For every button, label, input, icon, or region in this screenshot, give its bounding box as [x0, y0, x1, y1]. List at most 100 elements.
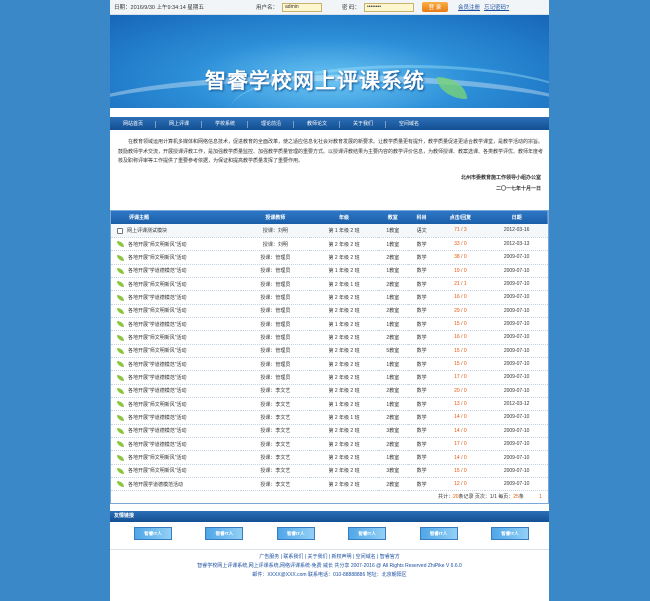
table-row[interactable]: 各地开展"学道德模范"活动 授课：管理员 第 1 年级 2 班 1教室 数学 15 / 0… — [111, 317, 548, 331]
column-header-room[interactable]: 教室 — [378, 211, 408, 224]
footer-link-ads[interactable]: 广告服务 — [259, 554, 279, 560]
review-topic-link[interactable]: 各地开展"师文明新风"活动 — [128, 308, 187, 314]
footer-link-contact[interactable]: 联系我们 — [283, 554, 303, 560]
teacher-cell: 授课：李文艺 — [260, 388, 291, 395]
nav-item-online-review[interactable]: 网上评课 — [156, 120, 202, 128]
date-cell: 2009-07-10 — [503, 267, 530, 274]
review-topic-link[interactable]: 各地开展学道德模范活动 — [128, 482, 183, 488]
review-topic-link[interactable]: 各地开展"师文明新风"活动 — [128, 468, 187, 474]
review-topic-link[interactable]: 各地开展"师文明新风"活动 — [128, 282, 187, 288]
review-topic-link[interactable]: 各地开展"学道德模范"活动 — [128, 375, 187, 381]
table-row[interactable]: 各地开展"学道德模范"活动 授课：管理员 第 1 年级 2 班 1教室 数学 19 / 0… — [111, 264, 548, 278]
leaf-icon — [117, 414, 124, 421]
date-cell: 2009-07-10 — [503, 441, 530, 448]
friend-link-5[interactable]: 智睿IT人 — [419, 527, 458, 541]
review-topic-link[interactable]: 各地开展"学道德模范"活动 — [128, 322, 187, 328]
column-header-topic[interactable]: 评课主题 — [111, 211, 241, 224]
review-topic-link[interactable]: 各地开展"师文明新风"活动 — [128, 348, 187, 354]
friend-link-1[interactable]: 智睿IT人 — [134, 527, 172, 541]
column-header-clicks-replies[interactable]: 点击/回复 — [436, 211, 486, 224]
table-row[interactable]: 各地开展"师文明新风"活动 授课：管理员 第 2 年级 2 班 2教室 数学 29 / 0… — [111, 304, 548, 318]
review-topic-cell: 各地开展"学道德模范"活动 — [111, 384, 241, 397]
review-topic-link[interactable]: 各地开展"师文明新风"活动 — [128, 335, 187, 341]
table-row[interactable]: 各地开展"师文明新风"活动 授课：李文艺 第 1 年级 2 班 1教室 数学 13 / 0… — [111, 397, 548, 411]
column-header-teacher[interactable]: 授课教师 — [241, 211, 311, 224]
table-row[interactable]: 各地开展"师文明新风"活动 授课：管理员 第 2 年级 2 班 5教室 数学 15 / 0… — [111, 344, 548, 358]
table-row[interactable]: 各地开展"师文明新风"活动 授课：李文艺 第 2 年级 2 班 3教室 数学 15 / 0… — [111, 464, 548, 478]
teacher-cell: 授课：管理员 — [260, 361, 291, 368]
username-input[interactable] — [282, 2, 323, 12]
review-topic-link[interactable]: 各地开展"师文明新风"活动 — [128, 242, 187, 248]
review-topic-link[interactable]: 各地开展"学道德模范"活动 — [128, 388, 187, 394]
review-topic-link[interactable]: 各地开展"学道德模范"活动 — [128, 295, 187, 301]
table-row[interactable]: 各地开展"学道德模范"活动 授课：管理员 第 2 年级 2 班 1教室 数学 15 / 0… — [111, 357, 548, 371]
grade-cell: 第 2 年级 2 班 — [328, 334, 360, 341]
subject-cell: 数学 — [416, 468, 427, 475]
table-row[interactable]: 各地开展"学道德模范"活动 授课：李文艺 第 2 年级 2 班 3教室 数学 14 / 0… — [111, 424, 548, 438]
column-header-date[interactable]: 日期 — [485, 211, 548, 224]
table-row[interactable]: 各地开展"师文明新风"活动 授课：管理员 第 2 年级 2 班 2教室 数学 16 / 0… — [111, 331, 548, 345]
grade-cell: 第 2 年级 2 班 — [328, 308, 360, 315]
date-value: 2016/9/30 上午9:34:14 星期五 — [130, 5, 204, 11]
teacher-cell: 授课：管理员 — [260, 254, 291, 261]
review-topic-link[interactable]: 各地开展"学道德模范"活动 — [128, 415, 187, 421]
review-topic-link[interactable]: 网上评课测试模块 — [127, 228, 167, 234]
table-row[interactable]: 各地开展"学道德模范"活动 授课：李文艺 第 2 年级 1 班 2教室 数学 14 / 0… — [111, 411, 548, 425]
footer-link-copyright[interactable]: 新权声明 — [332, 554, 352, 560]
review-topic-link[interactable]: 各地开展"学道德模范"活动 — [128, 362, 187, 368]
table-row[interactable]: 网上评课测试模块 授课：刘明 第 1 年级 2 班 1教室 语文 71 / 3 2012-0… — [111, 224, 548, 238]
pagination-per-page-label: 每页： — [496, 494, 514, 501]
nav-item-about[interactable]: 关于我们 — [340, 120, 386, 128]
subject-cell: 数学 — [416, 374, 427, 381]
leaf-icon — [117, 294, 124, 301]
password-input[interactable] — [364, 2, 415, 12]
nav-item-theory[interactable]: 理论前沿 — [248, 120, 294, 128]
table-header-row: 评课主题 授课教师 年级 教室 科目 点击/回复 日期 — [111, 211, 548, 224]
table-row[interactable]: 各地开展"师文明新风"活动 授课：管理员 第 2 年级 2 班 2教室 数学 38 / 0… — [111, 251, 548, 265]
nav-item-school-system[interactable]: 学校系统 — [202, 120, 248, 128]
footer-link-official[interactable]: 智睿官方 — [380, 554, 400, 560]
nav-item-hosting[interactable]: 空间域名 — [386, 120, 432, 127]
column-header-grade[interactable]: 年级 — [310, 211, 378, 224]
table-row[interactable]: 各地开展学道德模范活动 授课：李文艺 第 2 年级 2 班 2教室 数学 12 / 0 20… — [111, 478, 548, 491]
table-row[interactable]: 各地开展"学道德模范"活动 授课：管理员 第 2 年级 2 班 1教室 数学 16 / 0… — [111, 291, 548, 305]
subject-cell: 数学 — [416, 268, 427, 275]
date-cell: 2009-07-10 — [503, 347, 530, 354]
review-topic-link[interactable]: 各地开展"学道德模范"活动 — [128, 268, 187, 274]
pagination-page-link[interactable]: 1 — [539, 494, 542, 500]
table-row[interactable]: 各地开展"学道德模范"活动 授课：李文艺 第 2 年级 2 班 2教室 数学 20 / 0… — [111, 384, 548, 398]
review-topic-link[interactable]: 各地开展"学道德模范"活动 — [128, 442, 187, 448]
table-row[interactable]: 各地开展"学道德模范"活动 授课：管理员 第 2 年级 2 班 1教室 数学 17 / 0… — [111, 371, 548, 385]
review-topic-link[interactable]: 各地开展"师文明新风"活动 — [128, 402, 187, 408]
register-link[interactable]: 会员注册 — [458, 3, 480, 11]
table-row[interactable]: 各地开展"师文明新风"活动 授课：李文艺 第 2 年级 2 班 1教室 数学 14 / 0… — [111, 451, 548, 465]
column-header-subject[interactable]: 科目 — [408, 211, 436, 224]
top-bar: 日期：2016/9/30 上午9:34:14 星期五 用户名： 密 码： 登 录… — [110, 0, 549, 15]
friend-link-2[interactable]: 智睿IT人 — [205, 527, 244, 541]
table-row[interactable]: 各地开展"师文明新风"活动 授课：管理员 第 2 年级 1 班 2教室 数学 21 / 1… — [111, 277, 548, 291]
notice-text: 在教育领域运用计算机多媒体和网络信息技术，促进教育的全面改革，使之适应信息化社会… — [118, 139, 544, 164]
banner-title: 智睿学校网上评课系统 — [205, 69, 425, 93]
leaf-icon — [117, 454, 124, 461]
main-nav: 网站首页 网上评课 学校系统 理论前沿 教师论文 关于我们 空间域名 — [110, 117, 549, 130]
review-topic-link[interactable]: 各地开展"师文明新风"活动 — [128, 455, 187, 461]
room-cell: 2教室 — [386, 254, 400, 261]
login-button[interactable]: 登 录 — [422, 2, 449, 12]
date-cell: 2009-07-10 — [503, 427, 530, 434]
footer-link-hosting[interactable]: 空间域名 — [356, 554, 376, 560]
forgot-password-link[interactable]: 忘记密码? — [484, 3, 509, 11]
nav-item-home[interactable]: 网站首页 — [110, 120, 156, 128]
friend-link-4[interactable]: 智睿IT人 — [348, 527, 387, 541]
footer-link-about[interactable]: 关于我们 — [307, 554, 327, 560]
nav-item-teacher-papers[interactable]: 教师论文 — [294, 120, 340, 128]
friend-link-6[interactable]: 智睿IT人 — [490, 527, 529, 541]
grade-cell: 第 2 年级 2 班 — [328, 441, 360, 448]
friend-link-3[interactable]: 智睿IT人 — [276, 527, 315, 541]
subject-cell: 数学 — [416, 281, 427, 288]
leaf-icon — [117, 281, 124, 288]
review-topic-cell: 各地开展"学道德模范"活动 — [111, 317, 241, 330]
review-topic-link[interactable]: 各地开展"师文明新风"活动 — [128, 255, 187, 261]
table-row[interactable]: 各地开展"师文明新风"活动 授课：刘明 第 2 年级 2 班 1教室 数学 33 / 0 2… — [111, 237, 548, 251]
table-row[interactable]: 各地开展"学道德模范"活动 授课：李文艺 第 2 年级 2 班 2教室 数学 17 / 0… — [111, 438, 548, 451]
review-topic-link[interactable]: 各地开展"学道德模范"活动 — [128, 428, 187, 434]
